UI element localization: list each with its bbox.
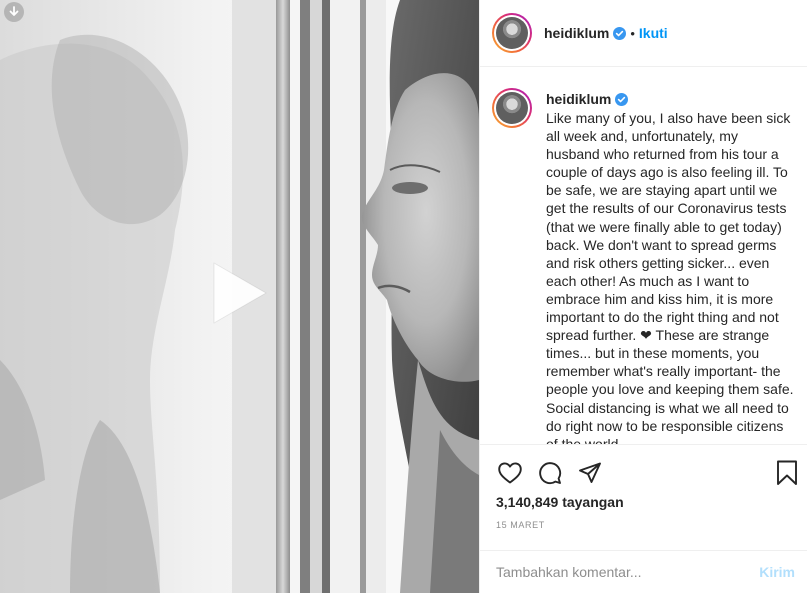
post-actions: 3,140,849 tayangan 15 MARET: [480, 444, 807, 550]
caption-comment: heidiklum Like many of you, I also have …: [492, 88, 795, 444]
follow-button[interactable]: Ikuti: [639, 25, 668, 41]
caption-scroll-area[interactable]: heidiklum Like many of you, I also have …: [480, 68, 807, 444]
comment-input[interactable]: [496, 564, 760, 580]
caption-avatar-image: [496, 92, 528, 124]
caption-avatar[interactable]: [492, 88, 532, 128]
post-header: heidiklum • Ikuti: [480, 0, 807, 67]
view-count-number: 3,140,849: [496, 494, 559, 510]
post-video[interactable]: [0, 0, 479, 593]
caption-verified-badge-icon: [615, 92, 629, 106]
avatar[interactable]: [492, 13, 532, 53]
caption-text: Like many of you, I also have been sick …: [546, 110, 798, 444]
comment-icon[interactable]: [536, 459, 564, 487]
post-comment-button[interactable]: Kirim: [759, 564, 795, 580]
add-comment-box: Kirim: [480, 550, 807, 593]
heart-icon[interactable]: [496, 459, 524, 487]
view-count-label: tayangan: [562, 494, 624, 510]
bookmark-icon[interactable]: [773, 459, 801, 487]
verified-badge-icon: [613, 26, 627, 40]
play-icon[interactable]: [208, 259, 272, 327]
header-username[interactable]: heidiklum: [544, 25, 609, 41]
paper-plane-icon[interactable]: [576, 459, 604, 487]
avatar-image: [496, 17, 528, 49]
view-count[interactable]: 3,140,849 tayangan: [496, 494, 624, 510]
post-details-panel: heidiklum • Ikuti heidiklum Like many of…: [479, 0, 807, 593]
post-date[interactable]: 15 MARET: [496, 520, 545, 530]
caption-username[interactable]: heidiklum: [546, 91, 611, 107]
header-separator: •: [630, 25, 635, 41]
download-icon[interactable]: [4, 2, 24, 22]
